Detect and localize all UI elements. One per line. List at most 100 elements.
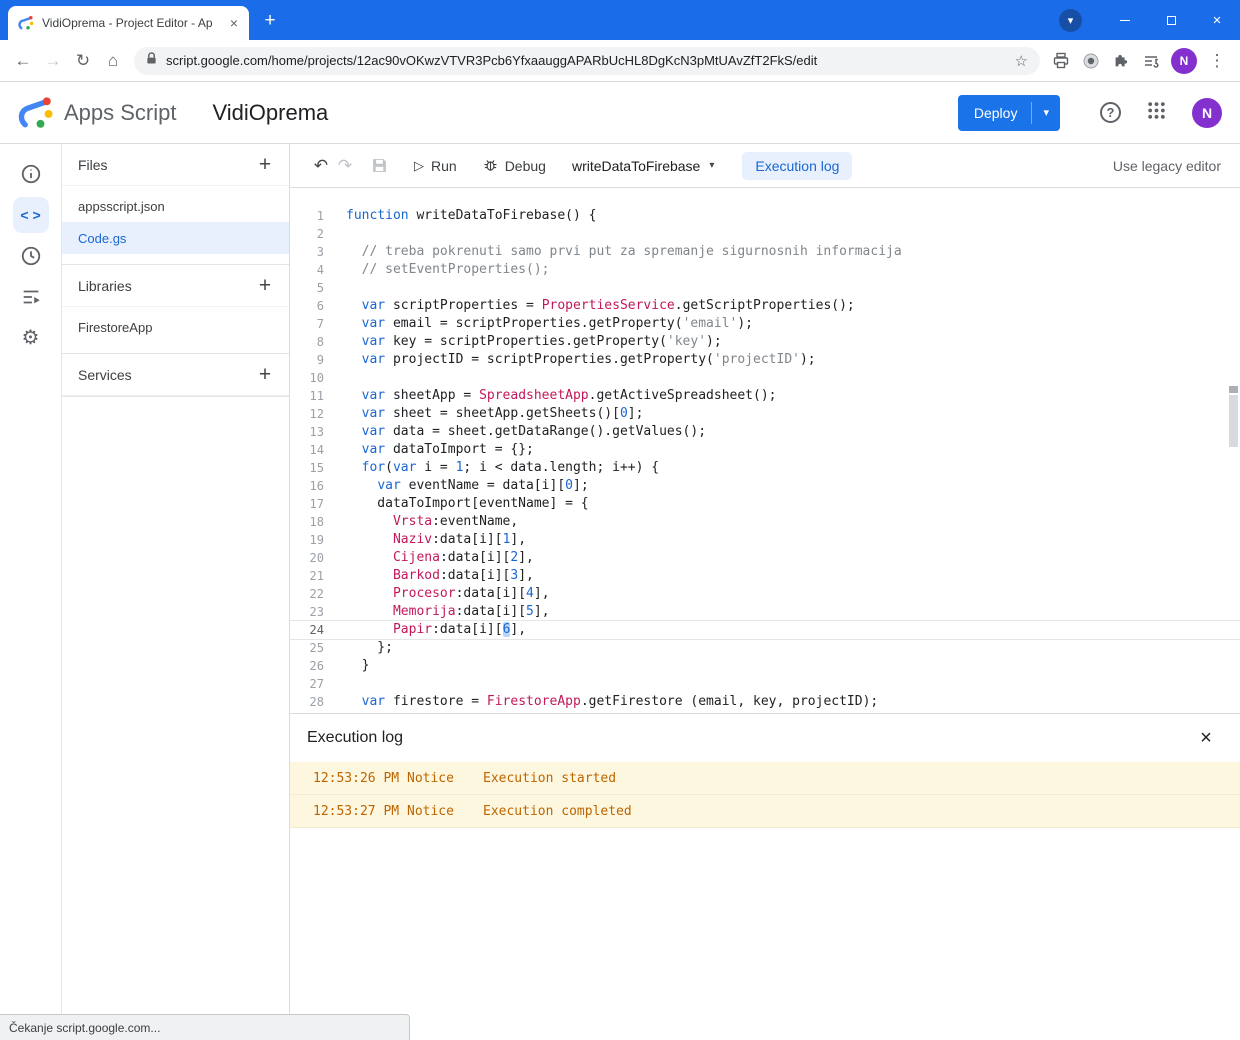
code-line-28[interactable]: 28 var firestore = FirestoreApp.getFires…	[290, 693, 1240, 711]
deploy-caret-icon[interactable]: ▾	[1032, 106, 1060, 119]
overview-ruler-mark	[1229, 386, 1238, 393]
code-line-8[interactable]: 8 var key = scriptProperties.getProperty…	[290, 333, 1240, 351]
code-line-4[interactable]: 4 // setEventProperties();	[290, 261, 1240, 279]
line-code: var dataToImport = {};	[361, 442, 534, 457]
project-title[interactable]: VidiOprema	[213, 100, 329, 126]
line-number: 28	[309, 695, 324, 709]
line-code: var scriptProperties = PropertiesService…	[361, 298, 855, 313]
minimize-button[interactable]	[1102, 0, 1148, 40]
line-code: Papir:data[i][6],	[392, 622, 527, 637]
sidebar-item-settings[interactable]: ⚙	[13, 320, 49, 356]
reload-button[interactable]: ↻	[68, 46, 98, 76]
code-line-5[interactable]: 5	[290, 279, 1240, 297]
apps-script-logo[interactable]	[18, 95, 54, 131]
forward-button[interactable]: →	[38, 46, 68, 76]
line-code: };	[346, 640, 393, 655]
sidebar-item-overview[interactable]	[13, 156, 49, 192]
line-number: 5	[316, 281, 324, 295]
code-line-14[interactable]: 14 var dataToImport = {};	[290, 441, 1240, 459]
new-tab-button[interactable]: +	[257, 8, 283, 34]
line-code: Memorija:data[i][5],	[392, 604, 550, 619]
maximize-button[interactable]	[1148, 0, 1194, 40]
code-line-16[interactable]: 16 var eventName = data[i][0];	[290, 477, 1240, 495]
line-code: var data = sheet.getDataRange().getValue…	[361, 424, 707, 439]
bookmark-star-icon[interactable]: ☆	[1015, 52, 1028, 70]
line-number: 22	[309, 587, 324, 601]
sidebar-item-triggers[interactable]	[13, 238, 49, 274]
tab-close-icon[interactable]: ×	[225, 14, 243, 32]
code-line-24[interactable]: 24 Papir:data[i][6],	[290, 621, 1240, 639]
code-line-6[interactable]: 6 var scriptProperties = PropertiesServi…	[290, 297, 1240, 315]
code-line-10[interactable]: 10	[290, 369, 1240, 387]
account-avatar[interactable]: N	[1192, 97, 1222, 128]
line-number: 14	[309, 443, 324, 457]
add-library-button[interactable]: +	[250, 271, 280, 301]
undo-icon[interactable]: ↶	[309, 156, 333, 176]
add-file-button[interactable]: +	[250, 150, 280, 180]
sidebar-item-editor[interactable]: < >	[12, 197, 49, 233]
save-icon[interactable]	[371, 157, 388, 174]
function-selector[interactable]: writeDataToFirebase ▾	[572, 158, 714, 174]
editor-scrollbar[interactable]	[1229, 395, 1238, 447]
code-line-2[interactable]: 2	[290, 225, 1240, 243]
media-controls-icon[interactable]	[1136, 46, 1166, 76]
browser-tab[interactable]: VidiOprema - Project Editor - Ap ×	[8, 6, 249, 40]
add-service-button[interactable]: +	[250, 360, 280, 390]
execution-log-button[interactable]: Execution log	[742, 151, 853, 180]
log-time: 12:53:26 PM	[313, 770, 400, 786]
line-number: 21	[309, 569, 324, 583]
code-line-7[interactable]: 7 var email = scriptProperties.getProper…	[290, 315, 1240, 333]
function-selector-value: writeDataToFirebase	[571, 157, 701, 174]
line-code: var eventName = data[i][0];	[377, 478, 589, 493]
file-item-Code.gs[interactable]: Code.gs	[62, 222, 289, 254]
code-line-20[interactable]: 20 Cijena:data[i][2],	[290, 549, 1240, 567]
code-line-23[interactable]: 23 Memorija:data[i][5],	[290, 603, 1240, 621]
code-line-9[interactable]: 9 var projectID = scriptProperties.getPr…	[290, 351, 1240, 369]
line-number: 27	[309, 677, 324, 691]
back-button[interactable]: ←	[8, 46, 38, 76]
browser-profile-avatar[interactable]: N	[1171, 47, 1197, 74]
code-line-17[interactable]: 17 dataToImport[eventName] = {	[290, 495, 1240, 513]
line-code: dataToImport[eventName] = {	[346, 496, 589, 511]
code-line-25[interactable]: 25 };	[290, 639, 1240, 657]
print-icon[interactable]	[1046, 46, 1076, 76]
extensions-puzzle-icon[interactable]	[1106, 46, 1136, 76]
home-button[interactable]: ⌂	[98, 46, 128, 76]
code-line-26[interactable]: 26 }	[290, 657, 1240, 675]
library-item-FirestoreApp[interactable]: FirestoreApp	[62, 311, 289, 343]
editor-pane: ↶ ↷ ▷ Run Debug writeDataToFirebase ▾ Ex…	[290, 144, 1240, 1040]
debug-button[interactable]: Debug	[483, 157, 546, 175]
apps-grid-icon[interactable]	[1147, 101, 1166, 125]
browser-menu-icon[interactable]: ⋮	[1202, 46, 1232, 76]
product-name[interactable]: Apps Script	[64, 100, 177, 126]
file-item-appsscript.json[interactable]: appsscript.json	[62, 190, 289, 222]
code-line-11[interactable]: 11 var sheetApp = SpreadsheetApp.getActi…	[290, 387, 1240, 405]
run-button[interactable]: ▷ Run	[414, 158, 457, 174]
code-line-27[interactable]: 27	[290, 675, 1240, 693]
code-line-21[interactable]: 21 Barkod:data[i][3],	[290, 567, 1240, 585]
code-line-1[interactable]: 1 function writeDataToFirebase() {	[290, 207, 1240, 225]
code-line-12[interactable]: 12 var sheet = sheetApp.getSheets()[0];	[290, 405, 1240, 423]
chrome-update-icon[interactable]: ▾	[1059, 8, 1082, 32]
code-line-18[interactable]: 18 Vrsta:eventName,	[290, 513, 1240, 531]
sidebar-item-executions[interactable]	[13, 279, 49, 315]
services-section: Services +	[62, 354, 289, 397]
redo-icon[interactable]: ↷	[333, 156, 357, 176]
line-code: Vrsta:eventName,	[392, 514, 519, 529]
code-line-19[interactable]: 19 Naziv:data[i][1],	[290, 531, 1240, 549]
help-icon[interactable]: ?	[1100, 102, 1121, 123]
code-line-15[interactable]: 15 for(var i = 1; i < data.length; i++) …	[290, 459, 1240, 477]
minimize-icon	[1120, 19, 1130, 21]
extension-icon[interactable]	[1076, 46, 1106, 76]
address-bar[interactable]: script.google.com/home/projects/12ac90vO…	[134, 46, 1040, 75]
code-line-13[interactable]: 13 var data = sheet.getDataRange().getVa…	[290, 423, 1240, 441]
code-editor[interactable]: 1 function writeDataToFirebase() {2 3 // t…	[290, 188, 1240, 713]
code-line-22[interactable]: 22 Procesor:data[i][4],	[290, 585, 1240, 603]
code-line-3[interactable]: 3 // treba pokrenuti samo prvi put za sp…	[290, 243, 1240, 261]
deploy-button[interactable]: Deploy ▾	[957, 94, 1060, 131]
execution-log-close-icon[interactable]: ×	[1194, 726, 1218, 750]
close-button[interactable]: ×	[1194, 0, 1240, 40]
use-legacy-editor-link[interactable]: Use legacy editor	[1113, 158, 1221, 174]
line-number: 23	[309, 605, 324, 619]
libraries-header-label: Libraries	[78, 277, 132, 294]
